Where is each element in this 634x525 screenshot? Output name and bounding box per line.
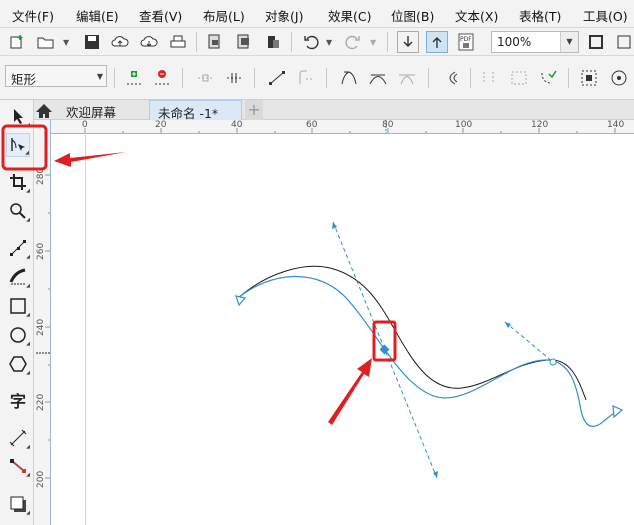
page-border [85, 135, 86, 525]
polygon-icon[interactable]: ◢ [6, 352, 30, 376]
ruler-left-label: 200 [36, 470, 46, 488]
crop-icon[interactable]: ◢ [6, 170, 30, 194]
undo-icon[interactable] [300, 31, 322, 53]
cloud-upload-icon[interactable] [109, 31, 131, 53]
menu-file[interactable]: 文件(F) [12, 6, 54, 25]
tab-welcome-screen[interactable]: 欢迎屏幕 [66, 100, 146, 120]
zoom-value: 100% [497, 35, 532, 49]
home-icon[interactable] [34, 100, 54, 120]
menu-bar: 文件(F) 编辑(E) 查看(V) 布局(L) 对象(J) 效果(C) 位图(B… [0, 0, 634, 28]
add-node-icon[interactable] [124, 67, 146, 89]
ruler-top-label: 0 [82, 120, 88, 130]
zoom-icon[interactable]: ◢ [6, 199, 30, 223]
select-all-nodes-icon[interactable] [579, 67, 601, 89]
menu-tools[interactable]: 工具(O) [583, 6, 628, 25]
close-curve-icon[interactable] [508, 67, 530, 89]
pick-tool-icon[interactable]: ◢ [6, 104, 30, 128]
property-bar: 矩形 ▼ [0, 56, 634, 100]
parallel-dimension-icon[interactable]: ◢ [6, 426, 30, 450]
new-document-icon[interactable] [6, 31, 28, 53]
menu-layout[interactable]: 布局(L) [203, 6, 245, 25]
tab-untitled-document[interactable]: 未命名 -1* [149, 100, 242, 121]
export-arrow-icon[interactable] [426, 31, 448, 53]
document-tabs: 欢迎屏幕 未命名 -1* + [34, 100, 634, 121]
redo-icon[interactable] [342, 31, 364, 53]
rectangle-icon[interactable]: ◢ [6, 294, 30, 318]
vertical-ruler: 280 260 240 220 200 [34, 120, 51, 525]
undo-dropdown-icon[interactable]: ▼ [326, 38, 332, 47]
delete-node-icon[interactable] [152, 67, 174, 89]
toolbox: ◢ ◢ ◢ ◢ ◢ ◢ ◢ ◢ ◢ 字 ◢ ◢ ◢ [0, 100, 34, 525]
open-dropdown-icon[interactable]: ▼ [63, 38, 69, 47]
snap-to-icon[interactable] [613, 31, 634, 53]
break-curve-icon[interactable] [223, 67, 245, 89]
ruler-top-label: 40 [231, 120, 243, 130]
shape-type-value: 矩形 [11, 72, 37, 87]
menu-view[interactable]: 查看(V) [139, 6, 182, 25]
ruler-left-label: 220 [36, 393, 46, 411]
cusp-node-icon[interactable] [338, 67, 360, 89]
drop-shadow-icon[interactable]: ◢ [6, 492, 30, 516]
ruler-top-label: 140 [607, 120, 625, 130]
text-tool-icon[interactable]: 字 [6, 388, 30, 412]
publish-icon[interactable] [262, 31, 284, 53]
shape-type-select[interactable]: 矩形 ▼ [5, 65, 107, 87]
menu-edit[interactable]: 编辑(E) [76, 6, 119, 25]
extend-curve-icon[interactable] [478, 67, 500, 89]
symmetrical-node-icon[interactable] [396, 67, 418, 89]
menu-object[interactable]: 对象(J) [265, 6, 303, 25]
menu-table[interactable]: 表格(T) [519, 6, 561, 25]
print-icon[interactable] [167, 31, 189, 53]
ruler-top-label: 100 [455, 120, 473, 130]
ellipse-icon[interactable]: ◢ [6, 323, 30, 347]
smooth-node-icon[interactable] [367, 67, 389, 89]
elastic-mode-icon[interactable] [608, 67, 630, 89]
open-folder-icon[interactable] [35, 31, 57, 53]
horizontal-ruler: 0 20 40 60 80 100 120 140 [51, 120, 634, 134]
reverse-direction-icon[interactable] [440, 67, 462, 89]
ruler-left-label: 260 [36, 242, 46, 260]
connector-icon[interactable]: ◢ [6, 454, 30, 478]
ruler-top-label: 120 [531, 120, 549, 130]
standard-toolbar: ▼ ▼ ▼ PDF 100% ▼ [0, 28, 634, 56]
import-icon[interactable] [204, 31, 226, 53]
convert-to-curve-icon[interactable] [295, 67, 317, 89]
extract-subpath-icon[interactable] [537, 67, 559, 89]
ruler-left-label: 280 [36, 167, 46, 185]
import-arrow-icon[interactable] [397, 31, 419, 53]
zoom-level-select[interactable]: 100% ▼ [491, 31, 579, 53]
full-screen-icon[interactable] [585, 31, 607, 53]
ruler-left-label: 240 [36, 318, 46, 336]
convert-to-line-icon[interactable] [266, 67, 288, 89]
artistic-media-icon[interactable]: ◢ [6, 265, 30, 289]
shape-tool-icon[interactable]: ◢ [6, 133, 30, 157]
redo-dropdown-icon[interactable]: ▼ [370, 38, 376, 47]
pdf-export-icon[interactable]: PDF [455, 31, 477, 53]
new-tab-button[interactable]: + [245, 100, 263, 120]
menu-text[interactable]: 文本(X) [455, 6, 498, 25]
svg-text:PDF: PDF [460, 36, 472, 43]
save-icon[interactable] [81, 31, 103, 53]
shape-type-dropdown-icon[interactable]: ▼ [97, 72, 103, 81]
zoom-dropdown-icon[interactable]: ▼ [560, 32, 578, 52]
menu-effects[interactable]: 效果(C) [328, 6, 371, 25]
ruler-top-label: 60 [306, 120, 318, 130]
cloud-download-icon[interactable] [138, 31, 160, 53]
drawing-canvas[interactable] [52, 135, 634, 525]
export-icon[interactable] [233, 31, 255, 53]
join-nodes-icon[interactable] [194, 67, 216, 89]
freehand-icon[interactable]: ◢ [6, 236, 30, 260]
menu-bitmaps[interactable]: 位图(B) [391, 6, 434, 25]
ruler-top-label: 80 [382, 120, 394, 130]
ruler-top-label: 20 [155, 120, 167, 130]
